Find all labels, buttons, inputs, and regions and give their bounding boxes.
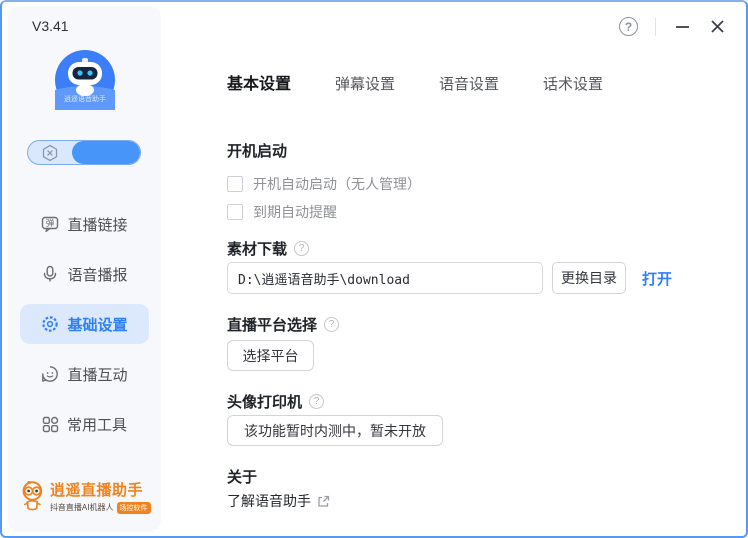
settings-tabs: 基本设置 弹幕设置 语音设置 话术设置 <box>227 70 732 94</box>
titlebar-divider <box>655 18 656 36</box>
about-title-text: 关于 <box>227 466 257 487</box>
minimize-button[interactable] <box>673 18 691 36</box>
apps-grid-icon <box>42 416 59 433</box>
about-link-label: 了解语音助手 <box>227 491 311 511</box>
startup-option-row: 到期自动提醒 <box>227 200 732 224</box>
microphone-icon <box>41 265 59 283</box>
section-title-about: 关于 <box>227 466 732 486</box>
about-link[interactable]: 了解语音助手 <box>227 491 732 511</box>
tab-script-settings[interactable]: 话术设置 <box>543 73 603 94</box>
external-link-icon <box>317 495 330 508</box>
download-title-text: 素材下载 <box>227 238 287 259</box>
platform-title-text: 直播平台选择 <box>227 314 317 335</box>
brand-badge: 场控软件 <box>117 502 151 514</box>
tab-voice-settings[interactable]: 语音设置 <box>439 73 499 94</box>
app-avatar: 逍遥语音助手 <box>55 50 115 110</box>
help-glyph: ? <box>625 20 632 34</box>
sidebar-item-voice-broadcast[interactable]: 语音播报 <box>20 254 149 294</box>
sidebar-menu: 弹 直播链接 语音播报 基础设置 <box>8 204 161 454</box>
help-icon[interactable]: ? <box>619 17 638 36</box>
chat-smiley-icon <box>41 365 59 383</box>
sidebar-item-common-tools[interactable]: 常用工具 <box>20 404 149 444</box>
version-label: V3.41 <box>32 18 69 34</box>
sidebar-item-label: 直播链接 <box>67 214 127 235</box>
brand-logo: 逍遥直播助手 抖音直播AI机器人 场控软件 <box>19 476 151 516</box>
open-directory-link[interactable]: 打开 <box>642 268 672 289</box>
assistant-power-toggle[interactable] <box>27 140 141 165</box>
titlebar-controls: ? <box>619 17 726 36</box>
tab-danmu-settings[interactable]: 弹幕设置 <box>335 73 395 94</box>
expiry-reminder-checkbox[interactable] <box>227 204 243 220</box>
select-platform-button[interactable]: 选择平台 <box>227 340 314 371</box>
close-button[interactable] <box>708 18 726 36</box>
brand-robot-icon <box>19 476 47 516</box>
sidebar-item-label: 基础设置 <box>67 314 127 335</box>
startup-title-text: 开机启动 <box>227 140 287 161</box>
brand-subtitle-row: 抖音直播AI机器人 场控软件 <box>50 502 151 514</box>
printer-title-text: 头像打印机 <box>227 391 302 412</box>
sidebar-item-label: 常用工具 <box>67 414 127 435</box>
hexagon-x-icon <box>41 144 59 162</box>
gear-icon <box>41 315 59 333</box>
startup-option-row: 开机自动启动（无人管理） <box>227 172 732 196</box>
download-path-row: 更换目录 打开 <box>227 262 732 294</box>
toggle-track <box>72 141 140 164</box>
download-help-icon[interactable]: ? <box>294 241 309 256</box>
sidebar-item-label: 直播互动 <box>67 364 127 385</box>
sidebar-item-label: 语音播报 <box>67 264 127 285</box>
minimize-icon <box>675 19 690 34</box>
sidebar-item-live-link[interactable]: 弹 直播链接 <box>20 204 149 244</box>
close-icon <box>710 19 725 34</box>
sidebar-item-live-interaction[interactable]: 直播互动 <box>20 354 149 394</box>
avatar-banner-text: 逍遥语音助手 <box>64 94 106 103</box>
sidebar: V3.41 逍遥语音助手 弹 直 <box>8 6 161 532</box>
brand-subtitle: 抖音直播AI机器人 <box>50 502 114 513</box>
sidebar-item-basic-settings[interactable]: 基础设置 <box>20 304 149 344</box>
section-title-download: 素材下载 ? <box>227 238 732 258</box>
expiry-reminder-label: 到期自动提醒 <box>253 202 337 222</box>
change-directory-button[interactable]: 更换目录 <box>552 262 626 294</box>
section-title-startup: 开机启动 <box>227 140 732 160</box>
toggle-knob <box>28 141 72 164</box>
autostart-checkbox[interactable] <box>227 176 243 192</box>
printer-beta-button[interactable]: 该功能暂时内测中，暂未开放 <box>227 415 443 446</box>
main-content: 基本设置 弹幕设置 语音设置 话术设置 开机启动 开机自动启动（无人管理） 到期… <box>227 2 732 511</box>
danmu-bubble-icon: 弹 <box>41 215 59 233</box>
platform-help-icon[interactable]: ? <box>324 317 339 332</box>
brand-text: 逍遥直播助手 抖音直播AI机器人 场控软件 <box>50 479 151 514</box>
printer-help-icon[interactable]: ? <box>309 394 324 409</box>
svg-text:弹: 弹 <box>46 218 55 228</box>
brand-title: 逍遥直播助手 <box>50 479 151 500</box>
tab-basic-settings[interactable]: 基本设置 <box>227 70 291 94</box>
download-path-input[interactable] <box>227 262 543 294</box>
autostart-label: 开机自动启动（无人管理） <box>253 174 421 194</box>
section-title-printer: 头像打印机 ? <box>227 391 732 411</box>
section-title-platform: 直播平台选择 ? <box>227 314 732 334</box>
